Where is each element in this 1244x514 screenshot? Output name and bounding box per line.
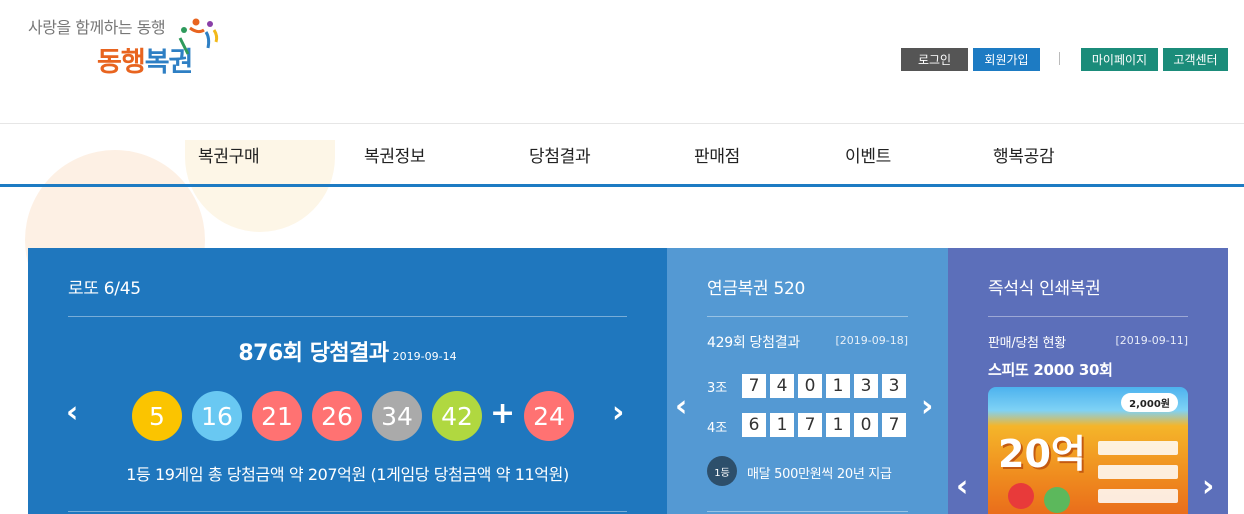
lotto-bonus-ball: 24 <box>524 391 574 441</box>
pension-digit: 3 <box>854 374 878 398</box>
pension-round-text[interactable]: 429회 당첨결과 <box>707 332 800 352</box>
pension-digit: 1 <box>826 413 850 437</box>
lotto-title[interactable]: 로또 6/45 <box>68 274 141 299</box>
pension-title[interactable]: 연금복권 520 <box>707 274 805 299</box>
lotto-ball: 34 <box>372 391 422 441</box>
lotto-ball: 16 <box>192 391 242 441</box>
pension-digit: 7 <box>798 413 822 437</box>
pension-prev-arrow-icon[interactable]: ‹ <box>675 392 687 422</box>
nav-item-results[interactable]: 당첨결과 <box>529 142 591 167</box>
lotto-ball: 42 <box>432 391 482 441</box>
lotto-round-title[interactable]: 876회 당첨결과 2019-09-14 <box>28 335 667 367</box>
pension-digit: 0 <box>854 413 878 437</box>
lotto-panel: 로또 6/45 876회 당첨결과 2019-09-14 ‹ 5 16 21 26… <box>28 248 667 514</box>
instant-ticket-image[interactable]: 2,000원 20억 <box>988 387 1188 514</box>
pension-digit: 4 <box>770 374 794 398</box>
pension-digit: 6 <box>742 413 766 437</box>
divider <box>707 511 908 512</box>
pension-digit: 7 <box>882 413 906 437</box>
ticket-decoration <box>1098 465 1178 479</box>
lotto-ball: 26 <box>312 391 362 441</box>
site-header: 사랑을 함께하는 동행 동행복권 로그인 회원가입 마이페이지 고객센터 <box>0 0 1244 124</box>
pension-digit: 1 <box>770 413 794 437</box>
logo-people-icon <box>178 18 219 55</box>
instant-panel: 즉석식 인쇄복권 판매/당첨 현황 [2019-09-11] 스피또 2000 … <box>948 248 1228 514</box>
pension-panel: 연금복권 520 429회 당첨결과 [2019-09-18] ‹ › 3조 7… <box>667 248 948 514</box>
lotto-prize-summary: 1등 19게임 총 당첨금액 약 207억원 (1게임당 당첨금액 약 11억원… <box>126 465 569 484</box>
pension-group-label: 4조 <box>707 421 728 436</box>
nav-item-info[interactable]: 복권정보 <box>364 142 426 167</box>
ticket-decoration <box>1098 441 1178 455</box>
instant-prev-arrow-icon[interactable]: ‹ <box>956 472 968 502</box>
plus-icon: + <box>490 396 516 431</box>
lotto-next-arrow-icon[interactable]: › <box>612 398 624 428</box>
instant-next-arrow-icon[interactable]: › <box>1202 472 1214 502</box>
lotto-ball: 5 <box>132 391 182 441</box>
signup-button[interactable]: 회원가입 <box>973 48 1040 71</box>
lotto-ball: 21 <box>252 391 302 441</box>
instant-product-name[interactable]: 스피또 2000 30회 <box>988 359 1113 380</box>
pension-prize-text: 매달 500만원씩 20년 지급 <box>747 467 892 482</box>
instant-date: [2019-09-11] <box>1115 334 1188 347</box>
nav-item-events[interactable]: 이벤트 <box>845 142 891 167</box>
customer-center-button[interactable]: 고객센터 <box>1163 48 1228 71</box>
ticket-prize-text: 20억 <box>998 432 1086 476</box>
lotto-round-text: 876회 당첨결과 <box>238 341 389 366</box>
pension-digit: 7 <box>742 374 766 398</box>
pension-digit: 1 <box>826 374 850 398</box>
nav-item-stores[interactable]: 판매점 <box>694 142 740 167</box>
lotto-prev-arrow-icon[interactable]: ‹ <box>66 398 78 428</box>
main-nav: 복권구매 복권정보 당첨결과 판매점 이벤트 행복공감 <box>0 123 1244 187</box>
instant-title[interactable]: 즉석식 인쇄복권 <box>988 274 1101 299</box>
nav-item-purchase[interactable]: 복권구매 <box>198 142 260 167</box>
instant-status-label[interactable]: 판매/당첨 현황 <box>988 332 1066 351</box>
divider <box>707 316 908 317</box>
login-button[interactable]: 로그인 <box>901 48 968 71</box>
divider <box>68 316 627 317</box>
pension-draw-date: [2019-09-18] <box>835 334 908 347</box>
divider <box>988 316 1188 317</box>
divider <box>68 511 627 512</box>
pension-digit: 3 <box>882 374 906 398</box>
lotto-draw-date: 2019-09-14 <box>392 350 457 363</box>
logo-text-part1: 동행 <box>97 47 146 78</box>
ticket-price-badge: 2,000원 <box>1121 393 1178 412</box>
logo-tagline[interactable]: 사랑을 함께하는 동행 <box>28 14 166 38</box>
nav-item-community[interactable]: 행복공감 <box>993 142 1055 167</box>
rank-badge: 1등 <box>707 456 737 486</box>
pension-next-arrow-icon[interactable]: › <box>921 392 933 422</box>
mypage-button[interactable]: 마이페이지 <box>1081 48 1158 71</box>
divider <box>1059 52 1060 65</box>
pension-digit: 0 <box>798 374 822 398</box>
pension-group-label: 3조 <box>707 381 728 396</box>
fruit-icon <box>1044 487 1070 513</box>
ticket-decoration <box>1098 489 1178 503</box>
fruit-icon <box>1008 483 1034 509</box>
